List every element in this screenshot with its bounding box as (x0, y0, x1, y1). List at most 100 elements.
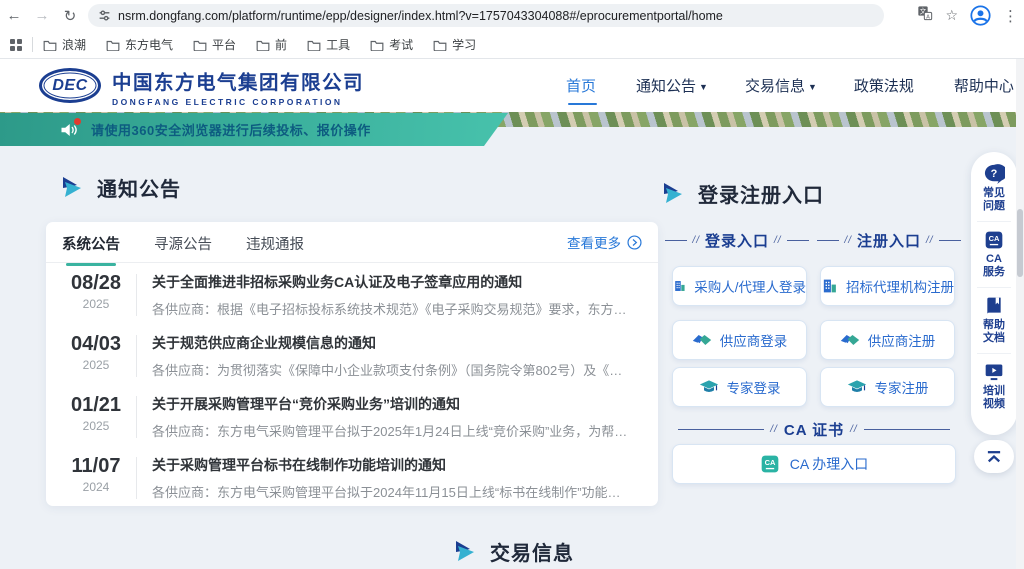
scrollbar-track[interactable] (1016, 59, 1024, 569)
circle-arrow-icon (627, 235, 642, 250)
folder-icon (307, 39, 321, 51)
bookmark-star-icon[interactable]: ☆ (945, 7, 958, 24)
section-heading: 交易信息 (490, 537, 574, 566)
register-group-label: 注册入口 (817, 230, 961, 251)
login-supplier-button[interactable]: 供应商登录 (672, 320, 807, 360)
screen: ← → ↻ nsrm.dongfang.com/platform/runtime… (0, 0, 1024, 569)
sidebar-item-ca-service[interactable]: CA CA服务 (977, 230, 1011, 288)
announcement-text: 请使用360安全浏览器进行后续投标、报价操作 (91, 120, 371, 139)
ca-badge-icon: CA (760, 454, 780, 474)
notice-row[interactable]: 11/07 2024 关于采购管理平台标书在线制作功能培训的通知 各供应商：东方… (46, 446, 658, 507)
notice-date: 01/21 2025 (56, 394, 136, 433)
register-expert-button[interactable]: 专家注册 (820, 367, 955, 407)
bookmark-item[interactable]: 前 (256, 36, 287, 53)
divider (136, 457, 137, 499)
notice-row[interactable]: 04/03 2025 关于规范供应商企业规模信息的通知 各供应商：为贯彻落实《保… (46, 324, 658, 385)
browser-toolbar: ← → ↻ nsrm.dongfang.com/platform/runtime… (0, 0, 1024, 31)
notice-desc: 各供应商：根据《电子招标投标系统技术规范》《电子采购交易规范》要求，东方电气采购… (152, 299, 632, 318)
question-icon: ? (983, 164, 1005, 184)
speaker-icon (60, 122, 78, 138)
video-icon (984, 362, 1004, 382)
bookmark-item[interactable]: 考试 (370, 36, 413, 53)
bookmark-item[interactable]: 工具 (307, 36, 350, 53)
double-chevron-icon (663, 183, 685, 204)
notice-title: 关于开展采购管理平台“竞价采购业务”培训的通知 (152, 394, 632, 414)
notice-row[interactable]: 08/28 2025 关于全面推进非招标采购业务CA认证及电子签章应用的通知 各… (46, 263, 658, 324)
svg-text:A: A (927, 14, 931, 20)
folder-icon (256, 39, 270, 51)
folder-icon (433, 39, 447, 51)
translate-icon[interactable]: 文A (917, 5, 933, 26)
register-supplier-button[interactable]: 供应商注册 (820, 320, 955, 360)
nav-item-home[interactable]: 首页 (566, 75, 599, 96)
apps-grid-icon[interactable] (10, 39, 22, 51)
company-name-en: DONGFANG ELECTRIC CORPORATION (112, 97, 364, 107)
back-icon[interactable]: ← (0, 7, 28, 24)
nav-item-notices[interactable]: 通知公告▼ (636, 75, 708, 96)
ca-apply-button[interactable]: CA CA 办理入口 (672, 444, 956, 484)
nav-item-policies[interactable]: 政策法规 (854, 75, 917, 96)
ca-section-label: CA 证书 (668, 419, 960, 440)
section-heading: 通知公告 (97, 173, 181, 202)
graduation-cap-icon (847, 378, 867, 396)
folder-icon (106, 39, 120, 51)
address-bar[interactable]: nsrm.dongfang.com/platform/runtime/epp/d… (88, 4, 884, 27)
section-heading: 登录注册入口 (698, 179, 824, 208)
notice-title: 关于规范供应商企业规模信息的通知 (152, 333, 632, 353)
notice-card: 系统公告 寻源公告 违规通报 查看更多 08/28 2025 关于全面推进非招标… (46, 222, 658, 506)
login-expert-button[interactable]: 专家登录 (672, 367, 807, 407)
handshake-icon (840, 331, 860, 349)
chevron-down-icon: ▼ (699, 82, 708, 92)
site-header: DEC 中国东方电气集团有限公司 DONGFANG ELECTRIC CORPO… (0, 59, 1024, 112)
main-nav: 首页 通知公告▼ 交易信息▼ 政策法规 帮助中心▼ (566, 59, 1024, 112)
bookmark-item[interactable]: 浪潮 (43, 36, 86, 53)
browser-menu-icon[interactable]: ⋮ (1003, 7, 1018, 25)
reload-icon[interactable]: ↻ (56, 7, 84, 25)
nav-item-help-center[interactable]: 帮助中心▼ (954, 75, 1024, 96)
quick-sidebar: ? 常见问题 CA CA服务 帮助文档 培训视频 (971, 152, 1017, 435)
tab-system-notices[interactable]: 系统公告 (62, 231, 120, 254)
ca-badge-icon: CA (984, 230, 1004, 250)
announcement-ribbon: 请使用360安全浏览器进行后续投标、报价操作 (0, 113, 508, 146)
double-chevron-icon (455, 541, 477, 562)
register-agency-button[interactable]: 招标代理机构注册 (820, 266, 955, 306)
svg-text:CA: CA (989, 234, 1000, 243)
bookmark-item[interactable]: 东方电气 (106, 36, 173, 53)
view-more-link[interactable]: 查看更多 (567, 232, 642, 252)
sidebar-item-help-docs[interactable]: 帮助文档 (977, 296, 1011, 354)
collapse-up-icon (985, 450, 1003, 464)
notice-date: 08/28 2025 (56, 272, 136, 311)
company-name: 中国东方电气集团有限公司 DONGFANG ELECTRIC CORPORATI… (112, 66, 364, 107)
login-group-labels: 登录入口 注册入口 (665, 230, 961, 251)
divider (136, 335, 137, 377)
profile-avatar[interactable] (970, 5, 991, 26)
notice-tabs: 系统公告 寻源公告 违规通报 查看更多 (46, 222, 658, 263)
notice-desc: 各供应商：为贯彻落实《保障中小企业款项支付条例》（国务院令第802号）及《中小企… (152, 360, 632, 379)
double-chevron-icon (62, 177, 84, 198)
folder-icon (43, 39, 57, 51)
divider (136, 396, 137, 438)
login-buyer-button[interactable]: 采购人/代理人登录 (672, 266, 807, 306)
bookmarks-bar: 浪潮 东方电气 平台 前 工具 考试 学习 (0, 31, 1024, 59)
notice-row[interactable]: 01/21 2025 关于开展采购管理平台“竞价采购业务”培训的通知 各供应商：… (46, 385, 658, 446)
scrollbar-thumb[interactable] (1017, 209, 1023, 277)
url-text: nsrm.dongfang.com/platform/runtime/epp/d… (118, 9, 723, 23)
notice-desc: 各供应商：东方电气采购管理平台拟于2024年11月15日上线“标书在线制作”功能… (152, 482, 632, 501)
alert-dot (74, 118, 81, 125)
bookmark-item[interactable]: 学习 (433, 36, 476, 53)
forward-icon[interactable]: → (28, 7, 56, 24)
dec-logo[interactable]: DEC (39, 68, 101, 103)
tab-violation-reports[interactable]: 违规通报 (246, 231, 304, 254)
bookmark-item[interactable]: 平台 (193, 36, 236, 53)
notice-date: 04/03 2025 (56, 333, 136, 372)
sidebar-item-faq[interactable]: ? 常见问题 (977, 164, 1011, 222)
sidebar-item-training-videos[interactable]: 培训视频 (977, 362, 1011, 419)
notice-title: 关于全面推进非招标采购业务CA认证及电子签章应用的通知 (152, 272, 632, 292)
graduation-cap-icon (699, 378, 719, 396)
site-info-icon[interactable] (98, 9, 111, 22)
notice-date: 11/07 2024 (56, 455, 136, 494)
collapse-sidebar-button[interactable] (974, 440, 1014, 473)
nav-item-trade-info[interactable]: 交易信息▼ (745, 75, 817, 96)
tab-sourcing-notices[interactable]: 寻源公告 (154, 231, 212, 254)
notice-desc: 各供应商：东方电气采购管理平台拟于2025年1月24日上线“竞价采购”业务，为帮… (152, 421, 632, 440)
